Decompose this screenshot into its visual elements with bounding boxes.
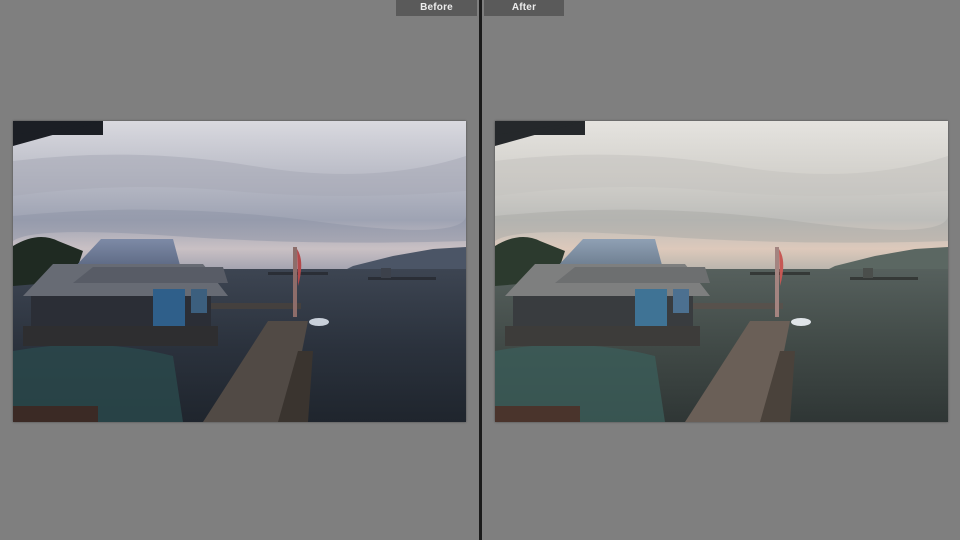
after-photo[interactable]	[495, 121, 948, 422]
after-label: After	[484, 0, 564, 16]
before-photo-image	[13, 121, 466, 422]
after-photo-image	[495, 121, 948, 422]
before-after-compare-view: Before After	[0, 0, 960, 540]
before-photo[interactable]	[13, 121, 466, 422]
compare-divider[interactable]	[479, 0, 482, 540]
before-label: Before	[396, 0, 477, 16]
